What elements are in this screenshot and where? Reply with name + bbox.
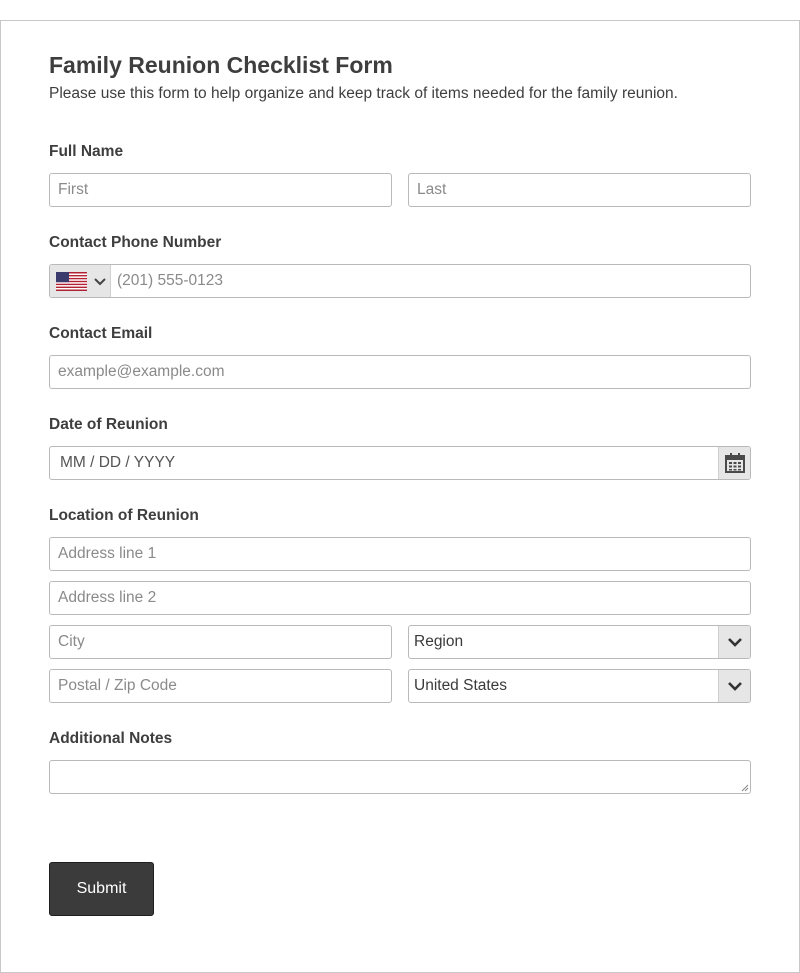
date-label: Date of Reunion: [49, 416, 168, 433]
full-name-label: Full Name: [49, 143, 124, 160]
us-flag-icon: [56, 272, 87, 291]
form-subtitle: Please use this form to help organize an…: [49, 85, 678, 102]
resize-handle-icon[interactable]: [741, 784, 749, 792]
date-placeholder: MM / DD / YYYY: [60, 454, 176, 471]
last-name-input[interactable]: Last: [408, 173, 751, 207]
city-placeholder: City: [58, 633, 85, 650]
calendar-icon: [725, 453, 745, 473]
region-value: Region: [414, 633, 464, 650]
phone-placeholder: (201) 555-0123: [117, 272, 223, 289]
country-select[interactable]: United States: [408, 669, 751, 703]
first-name-input[interactable]: First: [49, 173, 392, 207]
phone-label: Contact Phone Number: [49, 234, 222, 251]
chevron-down-icon: [94, 278, 106, 286]
email-placeholder: example@example.com: [58, 363, 225, 380]
submit-button[interactable]: Submit: [49, 862, 154, 916]
region-dropdown-button[interactable]: [718, 626, 750, 658]
country-dropdown-button[interactable]: [718, 670, 750, 702]
last-name-placeholder: Last: [417, 181, 447, 198]
postal-code-input[interactable]: Postal / Zip Code: [49, 669, 392, 703]
location-label: Location of Reunion: [49, 507, 199, 524]
address-line2-placeholder: Address line 2: [58, 589, 157, 606]
address-line1-input[interactable]: Address line 1: [49, 537, 751, 571]
date-input[interactable]: MM / DD / YYYY: [49, 446, 751, 480]
address-line1-placeholder: Address line 1: [58, 545, 157, 562]
postal-code-placeholder: Postal / Zip Code: [58, 677, 177, 694]
first-name-placeholder: First: [58, 181, 89, 198]
form-card: [0, 20, 800, 973]
chevron-down-icon: [728, 638, 742, 647]
phone-field[interactable]: (201) 555-0123: [49, 264, 751, 298]
address-line2-input[interactable]: Address line 2: [49, 581, 751, 615]
date-picker-button[interactable]: [718, 447, 750, 479]
form-title: Family Reunion Checklist Form: [49, 52, 393, 78]
country-code-selector[interactable]: [50, 265, 111, 297]
chevron-down-icon: [728, 682, 742, 691]
notes-textarea[interactable]: [49, 760, 751, 794]
region-select[interactable]: Region: [408, 625, 751, 659]
city-input[interactable]: City: [49, 625, 392, 659]
email-input[interactable]: example@example.com: [49, 355, 751, 389]
country-value: United States: [414, 677, 508, 694]
email-label: Contact Email: [49, 325, 153, 342]
notes-label: Additional Notes: [49, 730, 173, 747]
